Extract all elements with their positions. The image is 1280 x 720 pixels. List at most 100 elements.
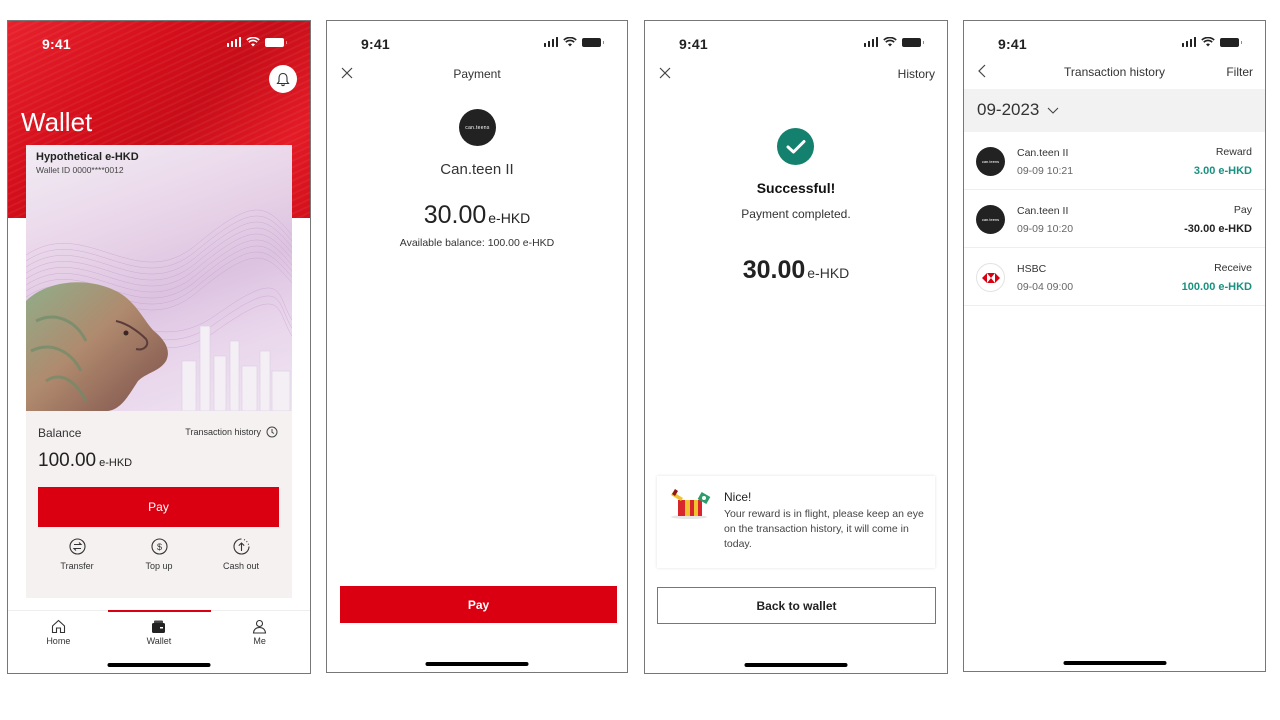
clock-icon <box>266 426 278 438</box>
gift-icon <box>671 489 711 519</box>
wallet-id: Wallet ID 0000****0012 <box>36 165 124 175</box>
transaction-list: can.teens Can.teen II 09-09 10:21 Reward 3.0… <box>964 132 1265 306</box>
reward-text: Your reward is in flight, please keep an… <box>724 508 924 550</box>
paid-amount: 30.00 e-HKD <box>645 256 947 285</box>
status-bar: 9:41 <box>8 34 310 54</box>
cash-out-label: Cash out <box>222 561 260 571</box>
lion-illustration <box>26 282 168 411</box>
transaction-datetime: 09-04 09:00 <box>1017 281 1074 293</box>
card-name: Hypothetical e-HKD <box>36 151 139 163</box>
tab-me[interactable]: Me <box>220 619 300 646</box>
month-selector[interactable]: 09-2023 <box>964 89 1265 132</box>
page-title: Payment <box>453 67 501 81</box>
tab-wallet-label: Wallet <box>146 636 172 646</box>
home-icon <box>51 619 65 634</box>
success-check <box>777 128 814 165</box>
tab-home[interactable]: Home <box>18 619 98 646</box>
top-up-button[interactable]: $ Top up <box>124 538 194 571</box>
transaction-type: Receive <box>1214 262 1252 274</box>
balance-value: 100.00 <box>38 450 97 471</box>
wallet-card[interactable]: Hypothetical e-HKD Wallet ID 0000****001… <box>26 145 292 411</box>
top-up-label: Top up <box>145 561 173 571</box>
quick-actions: Transfer $ Top up Cash out <box>26 538 292 571</box>
battery-icon <box>902 38 924 47</box>
battery-icon <box>582 38 604 47</box>
wifi-icon <box>563 37 577 47</box>
paid-amount-value: 30.00 <box>742 256 806 284</box>
status-bar: 9:41 <box>645 34 947 54</box>
merchant-name: Can.teen II <box>440 161 514 178</box>
balance-panel: Balance Transaction history 100.00 e-HKD … <box>26 411 292 598</box>
transaction-datetime: 09-09 10:20 <box>1017 223 1074 235</box>
cash-out-icon <box>232 538 250 555</box>
signal-icon <box>226 37 241 47</box>
checkmark-icon <box>786 139 805 153</box>
status-bar: 9:41 <box>327 34 627 54</box>
month-label: 09-2023 <box>977 100 1040 119</box>
balance-unit: e-HKD <box>99 457 133 469</box>
payment-amount: 30.00 e-HKD <box>327 201 627 230</box>
page-title: Wallet <box>21 107 93 137</box>
status-time: 9:41 <box>361 36 390 52</box>
reward-notice: Nice! Your reward is in flight, please k… <box>657 476 935 568</box>
transaction-row[interactable]: can.teens Can.teen II 09-09 10:20 Pay -30.00… <box>964 190 1265 248</box>
status-time: 9:41 <box>998 36 1027 52</box>
transaction-datetime: 09-09 10:21 <box>1017 165 1074 177</box>
battery-icon <box>1220 38 1242 47</box>
tab-home-label: Home <box>46 636 71 646</box>
transfer-icon <box>68 538 86 555</box>
cash-out-button[interactable]: Cash out <box>206 538 276 571</box>
battery-icon <box>265 38 287 47</box>
transfer-label: Transfer <box>60 561 94 571</box>
transaction-amount: 3.00 e-HKD <box>1193 165 1252 177</box>
wifi-icon <box>246 37 260 47</box>
transaction-history-screen: 9:41 Transaction history Filter 09-2023 … <box>963 20 1266 672</box>
home-indicator <box>107 663 211 667</box>
transaction-merchant: HSBC <box>1017 263 1047 275</box>
status-time: 9:41 <box>679 36 708 52</box>
transaction-merchant: Can.teen II <box>1017 147 1069 159</box>
back-to-wallet-button[interactable]: Back to wallet <box>657 587 936 624</box>
home-indicator <box>1063 661 1166 665</box>
history-link[interactable]: History <box>898 67 935 81</box>
reward-title: Nice! <box>724 490 752 504</box>
wifi-icon <box>883 37 897 47</box>
payment-success-screen: 9:41 History Successful! Payment complet… <box>644 20 948 674</box>
home-indicator <box>744 663 848 667</box>
merchant-logo: can.teens <box>976 205 1005 234</box>
filter-button[interactable]: Filter <box>1226 65 1253 79</box>
notification-button[interactable] <box>269 65 297 93</box>
transaction-amount: 100.00 e-HKD <box>1181 281 1252 293</box>
signal-icon <box>863 37 878 47</box>
transaction-history-label: Transaction history <box>185 427 261 437</box>
success-title: Successful! <box>756 180 836 196</box>
hsbc-hexagon-icon <box>981 272 1000 283</box>
available-balance: Available balance: 100.00 e-HKD <box>399 237 555 249</box>
tab-me-label: Me <box>253 636 266 646</box>
tab-bar: Home Wallet Me <box>8 610 310 660</box>
close-icon[interactable] <box>659 67 671 79</box>
chevron-down-icon <box>1048 107 1059 114</box>
balance-amount: 100.00 e-HKD <box>38 450 132 472</box>
payment-screen: 9:41 Payment can.teens Can.teen II 30.00… <box>326 20 628 673</box>
nav-header: Transaction history Filter <box>964 62 1265 82</box>
transaction-history-link[interactable]: Transaction history <box>185 426 278 438</box>
pay-button[interactable]: Pay <box>38 487 279 527</box>
user-icon <box>253 619 267 634</box>
wifi-icon <box>1201 37 1215 47</box>
pay-button[interactable]: Pay <box>340 586 617 623</box>
balance-label: Balance <box>38 426 82 440</box>
tab-wallet[interactable]: Wallet <box>119 619 199 646</box>
nav-header: History <box>645 64 947 84</box>
payment-amount-value: 30.00 <box>423 201 487 229</box>
transaction-merchant: Can.teen II <box>1017 205 1069 217</box>
transaction-type: Reward <box>1215 146 1252 158</box>
dollar-icon: $ <box>150 538 168 555</box>
transaction-row[interactable]: HSBC 09-04 09:00 Receive 100.00 e-HKD <box>964 248 1265 306</box>
transaction-row[interactable]: can.teens Can.teen II 09-09 10:21 Reward 3.0… <box>964 132 1265 190</box>
skyline-illustration <box>181 325 291 411</box>
status-bar: 9:41 <box>964 34 1265 54</box>
transaction-amount: -30.00 e-HKD <box>1184 223 1252 235</box>
transfer-button[interactable]: Transfer <box>42 538 112 571</box>
payment-amount-unit: e-HKD <box>488 210 531 226</box>
